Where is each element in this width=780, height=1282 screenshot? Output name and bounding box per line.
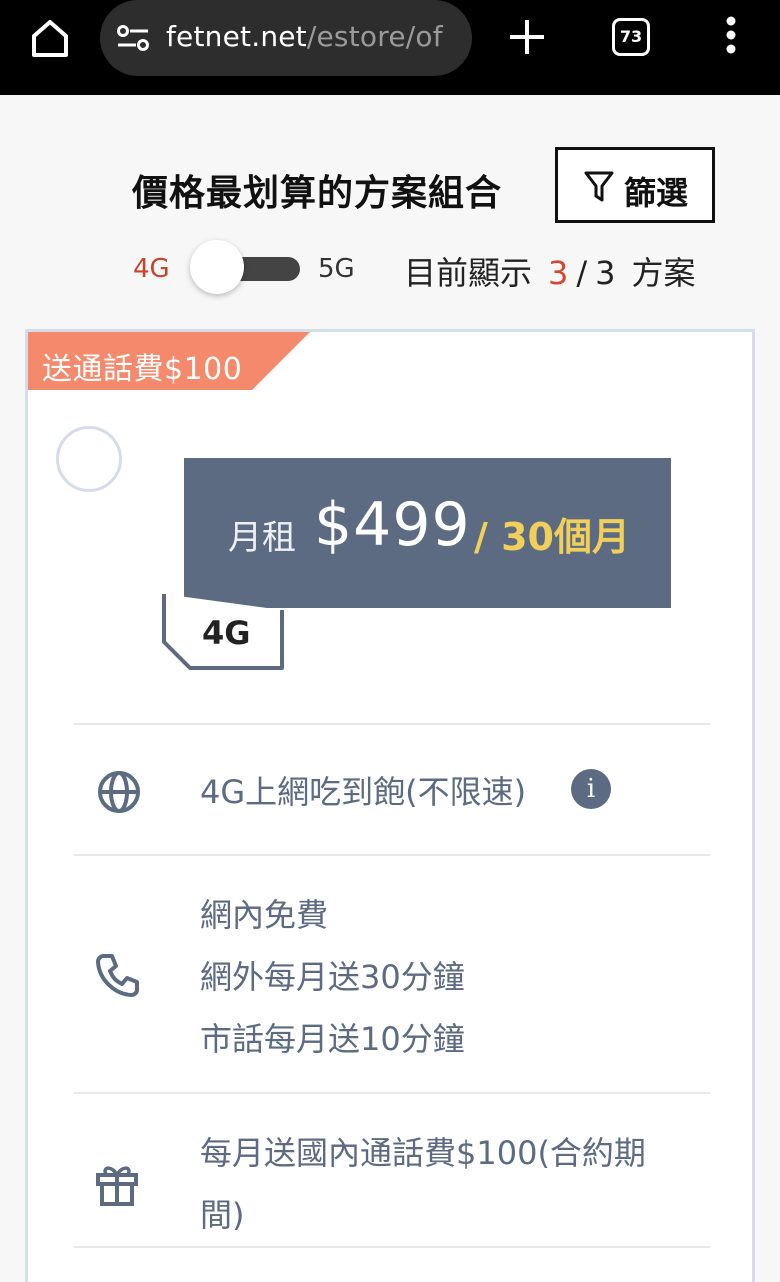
- divider: [74, 854, 710, 856]
- filter-button[interactable]: 篩選: [555, 147, 715, 223]
- url-path: /estore/of: [306, 20, 443, 53]
- result-count-total: 3: [595, 254, 616, 292]
- result-count-prefix: 目前顯示: [404, 254, 533, 292]
- tab-switcher-button[interactable]: 73: [612, 18, 650, 56]
- site-settings-icon[interactable]: [116, 24, 150, 52]
- filter-icon: [584, 171, 614, 202]
- feature-gift-text: 每月送國內通話費$100(合約期 間): [200, 1122, 646, 1246]
- price-period: / 30個月: [474, 515, 630, 559]
- feature-gift-line: 間): [200, 1196, 245, 1234]
- feature-voice-line: 網內免費: [200, 896, 329, 934]
- divider: [74, 1246, 710, 1248]
- home-icon[interactable]: [28, 16, 72, 60]
- feature-data-line: 4G上網吃到飽(不限速): [200, 773, 527, 811]
- feature-gift-line: 每月送國內通話費$100(合約期: [200, 1134, 646, 1172]
- plan-card[interactable]: 送通話費$100 月租 $499 / 30個月 4G 4G上網吃到飽(不限速) …: [25, 329, 755, 1282]
- toggle-4g-label[interactable]: 4G: [133, 254, 170, 284]
- browser-toolbar: fetnet.net/estore/of 73: [0, 0, 780, 95]
- result-count-unit: 方案: [631, 254, 696, 292]
- result-count: 目前顯示 3/3 方案: [404, 248, 696, 294]
- new-tab-icon[interactable]: [506, 16, 548, 58]
- more-menu-icon[interactable]: [720, 14, 742, 60]
- feature-voice-line: 網外每月送30分鐘: [200, 958, 465, 996]
- feature-voice-text: 網內免費 網外每月送30分鐘 市話每月送10分鐘: [200, 884, 465, 1070]
- promo-tag-text: 送通話費$100: [42, 352, 243, 387]
- price-box: 月租 $499 / 30個月: [184, 458, 671, 608]
- result-count-current: 3: [548, 254, 569, 292]
- network-badge: 4G: [202, 614, 251, 652]
- address-bar[interactable]: fetnet.net/estore/of: [100, 0, 472, 76]
- globe-icon: [98, 771, 140, 813]
- feature-voice-line: 市話每月送10分鐘: [200, 1020, 465, 1058]
- info-icon[interactable]: i: [571, 769, 611, 809]
- toggle-5g-label[interactable]: 5G: [318, 254, 355, 284]
- page-title: 價格最划算的方案組合: [132, 173, 503, 214]
- url-text[interactable]: fetnet.net/estore/of: [166, 20, 462, 53]
- gift-icon: [96, 1166, 138, 1206]
- url-host: fetnet.net: [166, 20, 307, 53]
- divider: [74, 723, 710, 725]
- price-amount: $499: [314, 490, 471, 560]
- price-label: 月租: [228, 518, 296, 558]
- divider: [74, 1092, 710, 1094]
- feature-data-text: 4G上網吃到飽(不限速): [200, 761, 526, 823]
- plan-select-radio[interactable]: [56, 426, 122, 492]
- network-toggle-knob[interactable]: [190, 240, 244, 294]
- filter-label: 篩選: [624, 174, 689, 212]
- result-count-separator: /: [576, 254, 588, 292]
- phone-icon: [96, 954, 139, 997]
- promo-tag: 送通話費$100: [28, 332, 310, 390]
